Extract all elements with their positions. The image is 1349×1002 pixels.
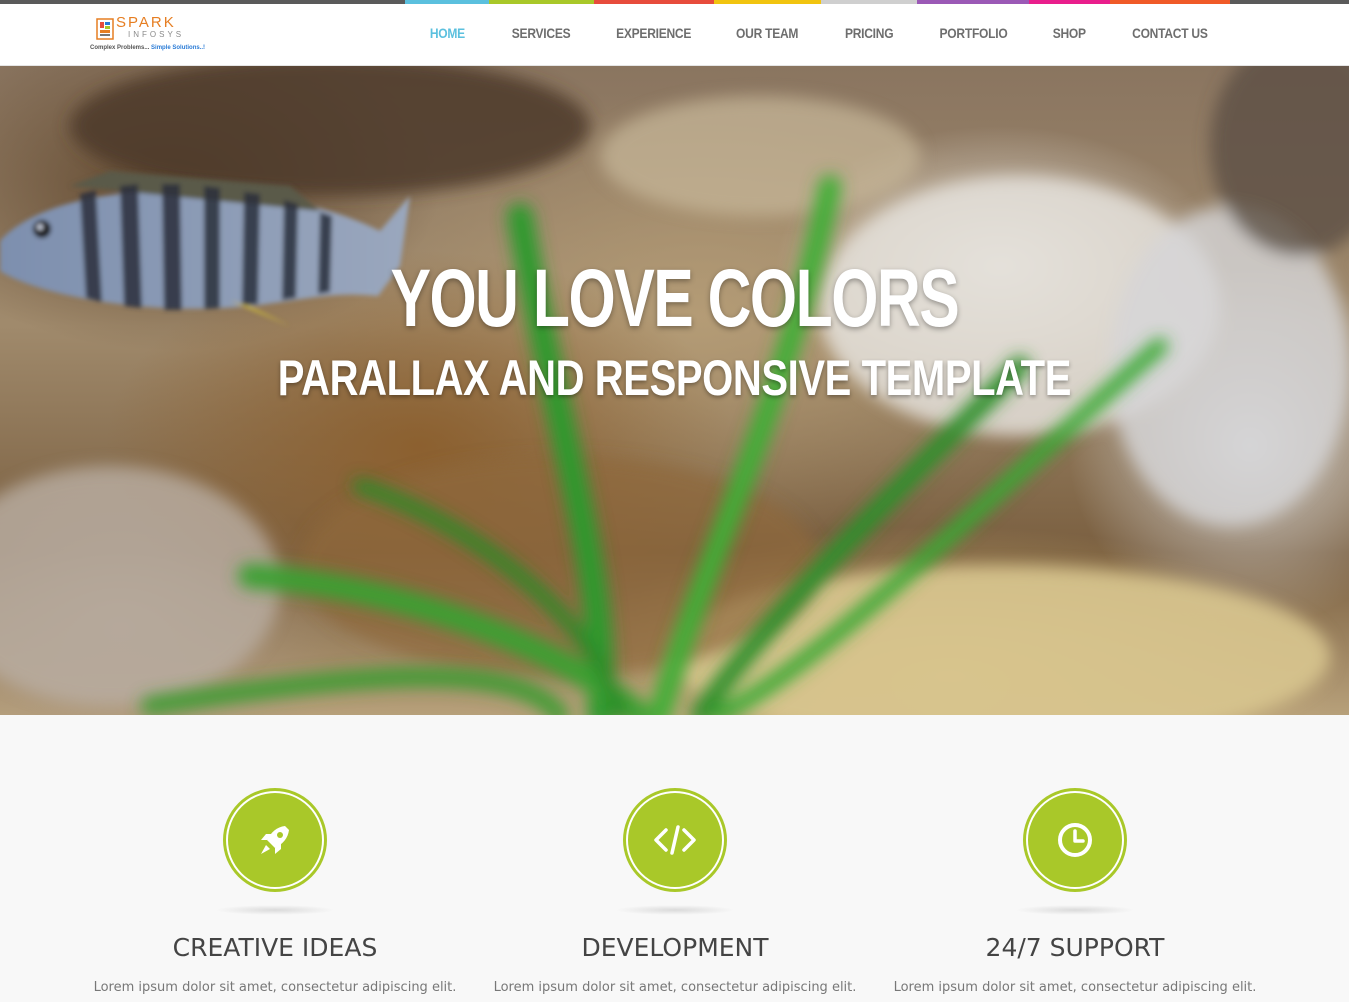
features-section: CREATIVE IDEAS Lorem ipsum dolor sit ame… [0, 715, 1349, 1002]
feature-icon-ring [626, 791, 724, 889]
feature-icon-ring [226, 791, 324, 889]
logo-sub: INFOSYS [128, 30, 185, 39]
hero-title: YOU LOVE COLORS [390, 253, 959, 344]
nav-color-bar [1110, 0, 1230, 4]
nav-item-portfolio[interactable]: PORTFOLIO [917, 0, 1029, 66]
nav-color-bar [594, 0, 714, 4]
icon-shadow [615, 905, 735, 915]
feature-title: DEVELOPMENT [581, 933, 769, 962]
feature-support: 24/7 SUPPORT Lorem ipsum dolor sit amet,… [875, 715, 1275, 1002]
nav-item-label: CONTACT US [1132, 25, 1208, 41]
feature-icon-ring [1026, 791, 1124, 889]
main-nav: HOME SERVICES EXPERIENCE OUR TEAM PRICIN… [405, 0, 1230, 66]
nav-item-label: PORTFOLIO [939, 25, 1007, 41]
feature-title: CREATIVE IDEAS [172, 933, 378, 962]
logo-tagline: Complex Problems... Simple Solutions..! [90, 44, 205, 52]
feature-description: Lorem ipsum dolor sit amet, consectetur … [893, 980, 1257, 995]
feature-icon-circle[interactable] [623, 788, 727, 892]
nav-color-bar [405, 0, 489, 4]
nav-color-bar [917, 0, 1029, 4]
hero-text: YOU LOVE COLORS PARALLAX AND RESPONSIVE … [0, 66, 1349, 715]
nav-item-experience[interactable]: EXPERIENCE [594, 0, 714, 66]
site-header: SPARK INFOSYS Complex Problems... Simple… [0, 0, 1349, 66]
nav-item-label: PRICING [844, 25, 894, 41]
nav-item-pricing[interactable]: PRICING [821, 0, 917, 66]
nav-item-shop[interactable]: SHOP [1029, 0, 1110, 66]
nav-item-label: SERVICES [512, 25, 571, 41]
hero-subtitle: PARALLAX AND RESPONSIVE TEMPLATE [277, 350, 1072, 406]
nav-item-label: EXPERIENCE [616, 25, 692, 41]
nav-item-our-team[interactable]: OUR TEAM [714, 0, 821, 66]
feature-creative-ideas: CREATIVE IDEAS Lorem ipsum dolor sit ame… [75, 715, 475, 1002]
logo-tagline-a: Complex Problems... [90, 45, 150, 51]
logo-name: SPARK [116, 14, 176, 31]
logo[interactable]: SPARK INFOSYS Complex Problems... Simple… [90, 14, 210, 58]
feature-icon-circle[interactable] [1023, 788, 1127, 892]
nav-color-bar [489, 0, 594, 4]
clock-icon [1058, 823, 1092, 857]
nav-item-label: OUR TEAM [736, 25, 799, 41]
logo-mark-icon [96, 18, 114, 40]
rocket-icon [261, 826, 289, 854]
logo-tagline-b: Simple Solutions..! [151, 45, 206, 51]
feature-development: DEVELOPMENT Lorem ipsum dolor sit amet, … [475, 715, 875, 1002]
feature-title: 24/7 SUPPORT [985, 933, 1165, 962]
icon-shadow [1015, 905, 1135, 915]
nav-item-services[interactable]: SERVICES [489, 0, 594, 66]
feature-description: Lorem ipsum dolor sit amet, consectetur … [93, 980, 457, 995]
feature-icon-circle[interactable] [223, 788, 327, 892]
nav-item-label: SHOP [1052, 25, 1087, 41]
nav-item-home[interactable]: HOME [405, 0, 489, 66]
code-icon [654, 825, 696, 855]
icon-shadow [215, 905, 335, 915]
nav-color-bar [714, 0, 821, 4]
hero-section: YOU LOVE COLORS PARALLAX AND RESPONSIVE … [0, 66, 1349, 715]
nav-color-bar [1029, 0, 1110, 4]
nav-color-bar [821, 0, 917, 4]
nav-item-contact-us[interactable]: CONTACT US [1110, 0, 1230, 66]
feature-description: Lorem ipsum dolor sit amet, consectetur … [493, 980, 857, 995]
nav-item-label: HOME [429, 25, 465, 41]
